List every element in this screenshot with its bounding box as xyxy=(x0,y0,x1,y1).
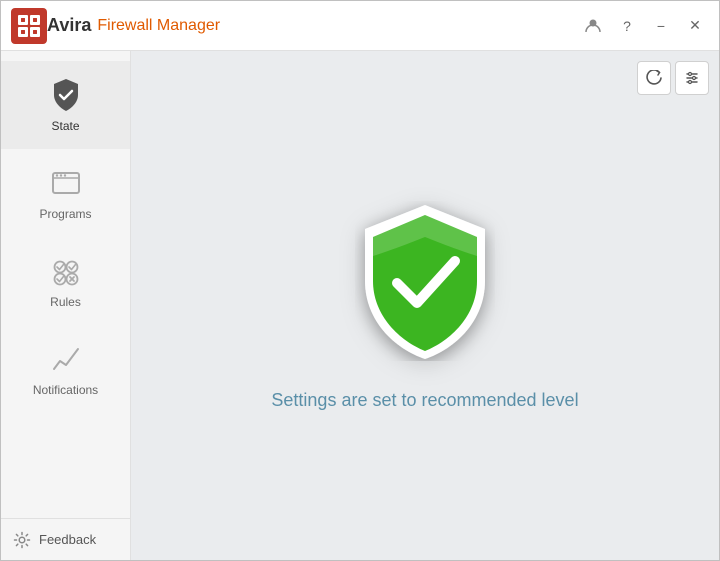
minimize-button[interactable]: − xyxy=(647,12,675,40)
shield-icon xyxy=(355,201,495,361)
sidebar-item-programs[interactable]: Programs xyxy=(1,149,130,237)
feedback-button[interactable]: Feedback xyxy=(1,518,130,560)
notifications-icon xyxy=(48,341,84,377)
status-text: Settings are set to recommended level xyxy=(271,390,578,411)
content-area: Settings are set to recommended level xyxy=(131,51,719,560)
state-icon xyxy=(48,77,84,113)
app-logo xyxy=(11,8,47,44)
main-window: Avira Firewall Manager ? − ✕ xyxy=(0,0,720,561)
sidebar: State Programs xyxy=(1,51,131,560)
programs-icon xyxy=(48,165,84,201)
help-button[interactable]: ? xyxy=(613,12,641,40)
feedback-label: Feedback xyxy=(39,532,96,547)
app-name: Avira xyxy=(47,15,91,36)
titlebar: Avira Firewall Manager ? − ✕ xyxy=(1,1,719,51)
close-button[interactable]: ✕ xyxy=(681,12,709,40)
sidebar-item-rules[interactable]: Rules xyxy=(1,237,130,325)
sidebar-item-state[interactable]: State xyxy=(1,61,130,149)
gear-icon xyxy=(13,531,31,549)
main-area: State Programs xyxy=(1,51,719,560)
rules-icon xyxy=(48,253,84,289)
window-controls: ? − ✕ xyxy=(579,12,709,40)
programs-label: Programs xyxy=(39,207,91,221)
user-button[interactable] xyxy=(579,12,607,40)
sidebar-item-notifications[interactable]: Notifications xyxy=(1,325,130,413)
state-label: State xyxy=(51,119,79,133)
notifications-label: Notifications xyxy=(33,383,98,397)
rules-label: Rules xyxy=(50,295,81,309)
refresh-button[interactable] xyxy=(637,61,671,95)
content-toolbar xyxy=(637,61,709,95)
filter-button[interactable] xyxy=(675,61,709,95)
shield-wrapper xyxy=(355,201,495,366)
app-subtitle: Firewall Manager xyxy=(97,17,220,35)
